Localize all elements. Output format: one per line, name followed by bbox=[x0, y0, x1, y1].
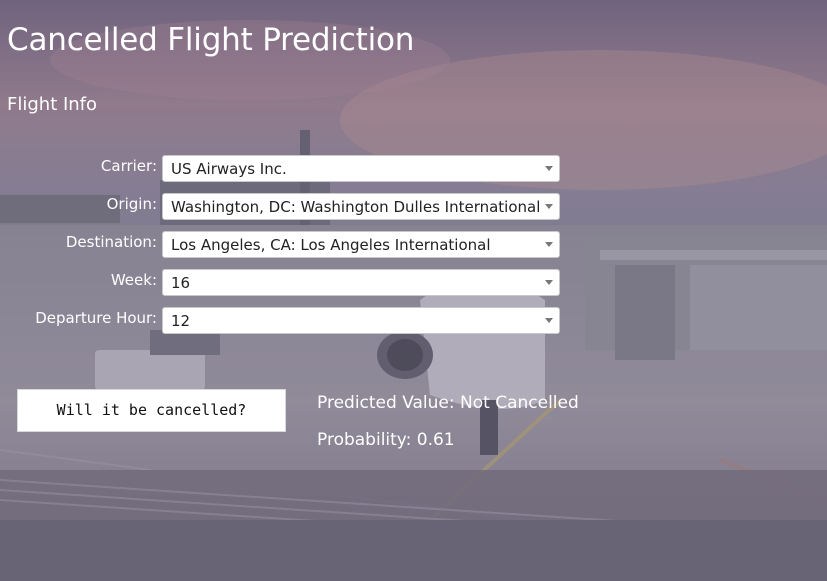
carrier-selected-value: US Airways Inc. bbox=[171, 160, 287, 178]
departure-hour-selected-value: 12 bbox=[171, 312, 191, 330]
page-title: Cancelled Flight Prediction bbox=[7, 22, 415, 58]
destination-label: Destination: bbox=[65, 233, 157, 251]
form-row-week: Week: 16 bbox=[0, 269, 560, 296]
form-row-origin: Origin: Washington, DC: Washington Dulle… bbox=[0, 193, 560, 220]
departure-hour-label: Departure Hour: bbox=[35, 309, 157, 327]
predicted-value-text: Predicted Value: Not Cancelled bbox=[317, 393, 579, 413]
destination-selected-value: Los Angeles, CA: Los Angeles Internation… bbox=[171, 236, 491, 254]
carrier-label: Carrier: bbox=[100, 157, 157, 175]
destination-dropdown[interactable]: Los Angeles, CA: Los Angeles Internation… bbox=[162, 231, 560, 258]
chevron-down-icon bbox=[545, 204, 553, 209]
form-row-carrier: Carrier: US Airways Inc. bbox=[0, 155, 560, 182]
carrier-dropdown[interactable]: US Airways Inc. bbox=[162, 155, 560, 182]
form-row-destination: Destination: Los Angeles, CA: Los Angele… bbox=[0, 231, 560, 258]
chevron-down-icon bbox=[545, 280, 553, 285]
origin-label: Origin: bbox=[106, 195, 157, 213]
departure-hour-dropdown[interactable]: 12 bbox=[162, 307, 560, 334]
probability-text: Probability: 0.61 bbox=[317, 430, 455, 450]
section-heading-flight-info: Flight Info bbox=[7, 94, 98, 115]
week-dropdown[interactable]: 16 bbox=[162, 269, 560, 296]
week-label: Week: bbox=[110, 271, 157, 289]
chevron-down-icon bbox=[545, 242, 553, 247]
form-row-departure-hour: Departure Hour: 12 bbox=[0, 307, 560, 334]
predict-button[interactable]: Will it be cancelled? bbox=[17, 389, 286, 432]
week-selected-value: 16 bbox=[171, 274, 191, 292]
origin-selected-value: Washington, DC: Washington Dulles Intern… bbox=[171, 198, 541, 216]
origin-dropdown[interactable]: Washington, DC: Washington Dulles Intern… bbox=[162, 193, 560, 220]
chevron-down-icon bbox=[545, 166, 553, 171]
chevron-down-icon bbox=[545, 318, 553, 323]
